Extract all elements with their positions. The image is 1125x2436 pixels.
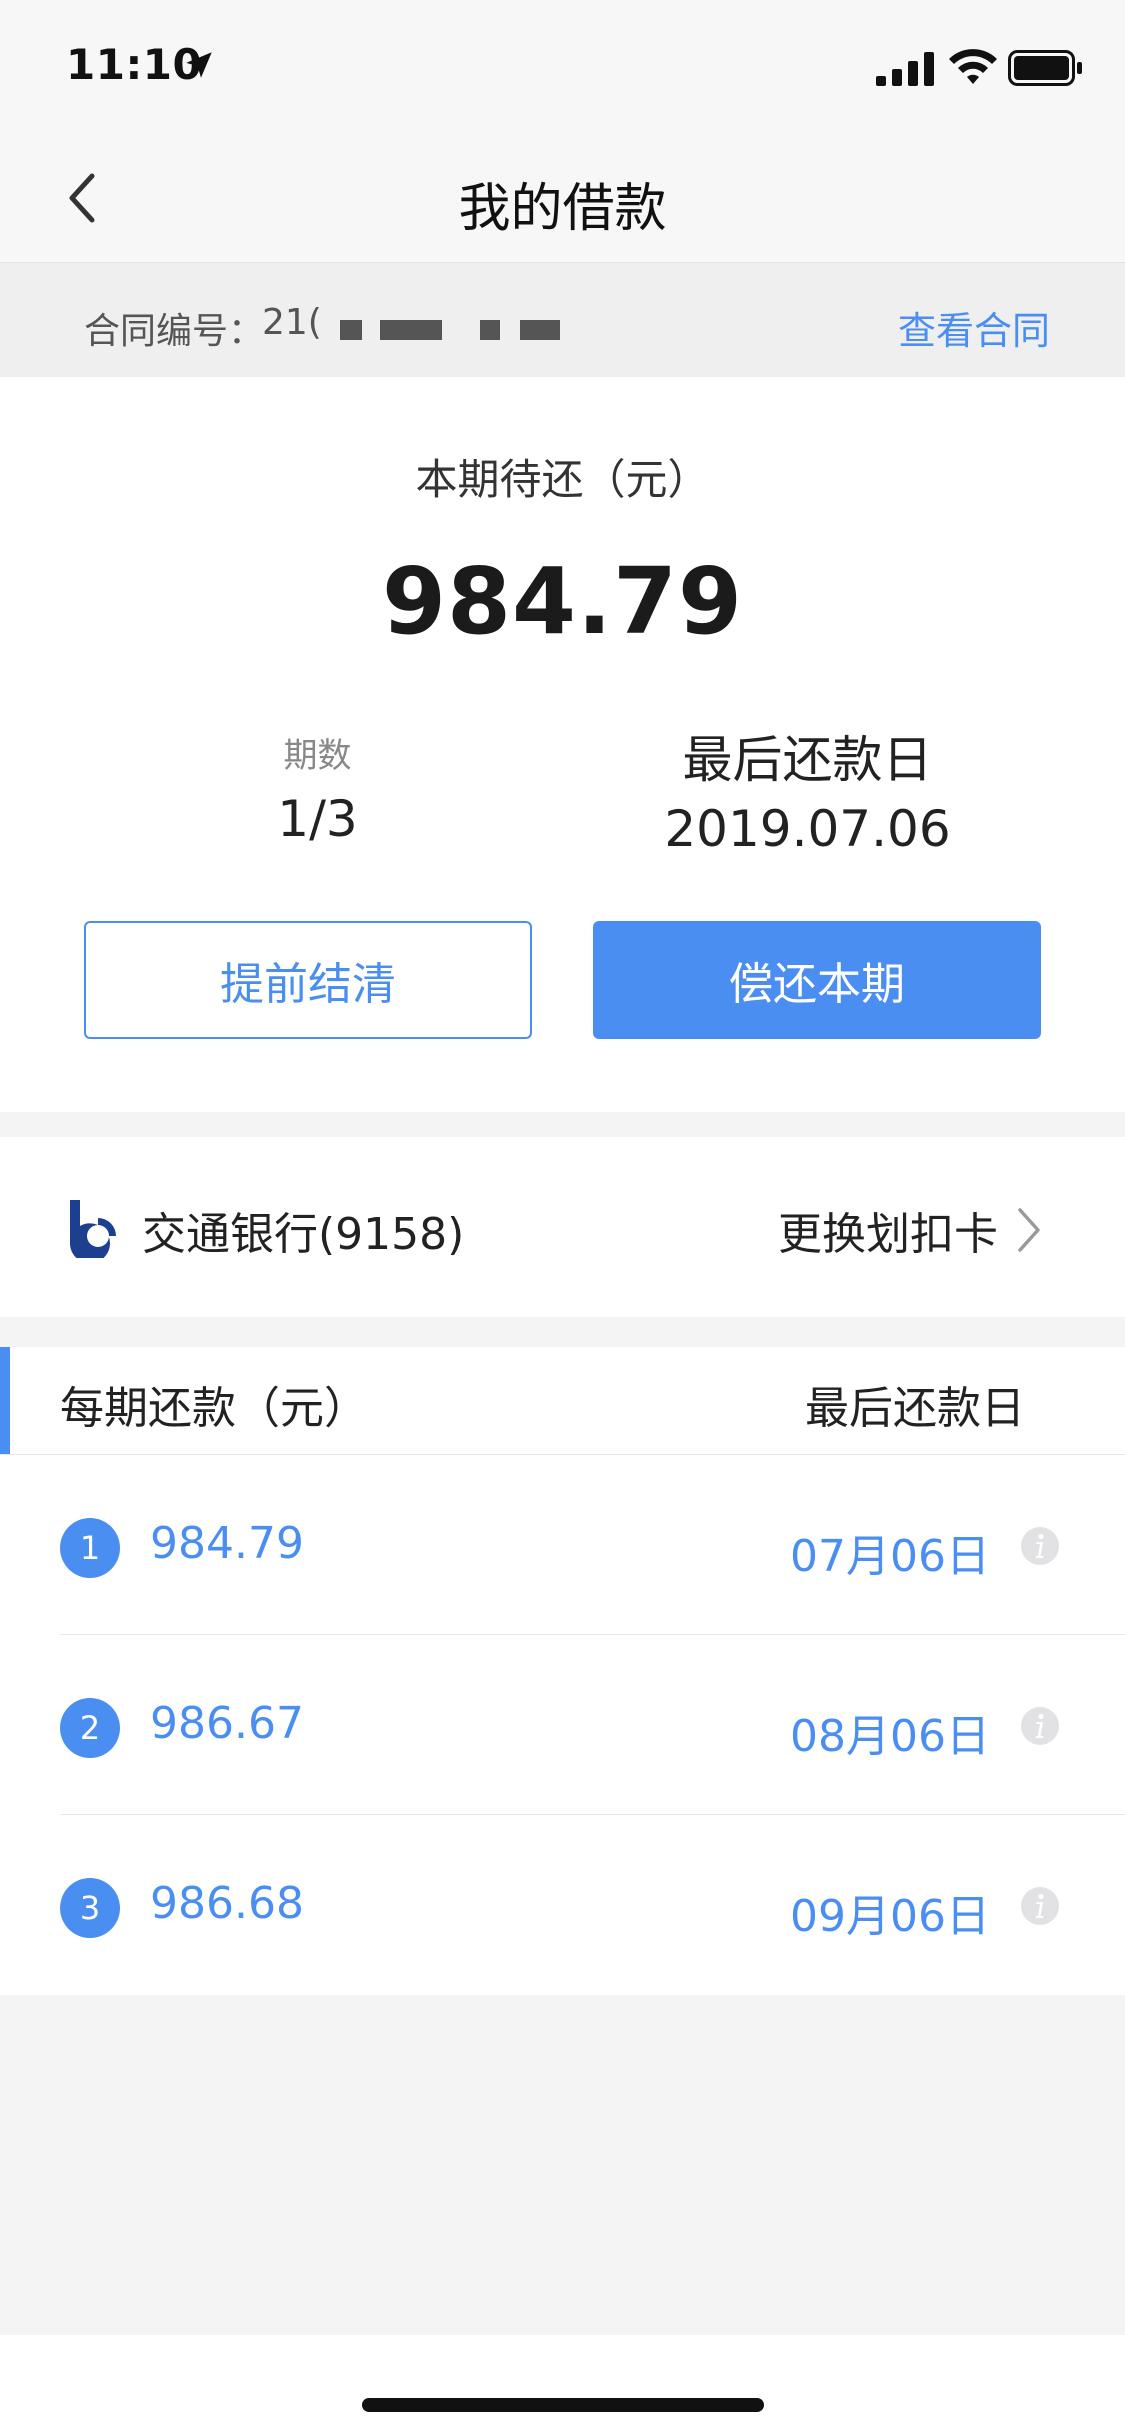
installment-amount: 984.79: [150, 1518, 304, 1569]
early-settle-button[interactable]: 提前结清: [84, 921, 532, 1039]
period-value: 1/3: [277, 790, 358, 848]
home-indicator-area: [0, 2335, 1125, 2436]
info-icon[interactable]: [1020, 1526, 1060, 1566]
redaction-mask: [380, 320, 442, 340]
redaction-mask: [340, 320, 362, 340]
divider: [0, 1454, 1125, 1455]
info-icon[interactable]: [1020, 1706, 1060, 1746]
section-accent-bar: [0, 1347, 10, 1455]
contract-number-prefix: 21(: [262, 302, 322, 343]
installment-amount: 986.68: [150, 1878, 304, 1929]
installment-amount: 986.67: [150, 1698, 304, 1749]
installment-number-badge: 2: [60, 1698, 120, 1758]
installment-date: 09月06日: [790, 1891, 990, 1942]
last-repay-date-value: 2019.07.06: [664, 800, 951, 858]
bank-name: 交通银行(9158): [142, 1209, 465, 1260]
info-icon[interactable]: [1020, 1886, 1060, 1926]
installment-date: 08月06日: [790, 1711, 990, 1762]
installment-date: 07月06日: [790, 1531, 990, 1582]
bank-of-communications-logo: [70, 1200, 116, 1258]
wifi-icon: [949, 49, 997, 84]
chevron-right-icon: [1018, 1208, 1040, 1252]
location-arrow-icon: [186, 52, 212, 78]
divider: [60, 1634, 1125, 1635]
period-label: 期数: [283, 736, 352, 776]
installment-number-badge: 3: [60, 1878, 120, 1938]
divider: [60, 1814, 1125, 1815]
last-repay-date-label: 最后还款日: [682, 731, 933, 789]
schedule-header-amount: 每期还款（元）: [60, 1383, 368, 1434]
redaction-mask: [520, 320, 560, 340]
schedule-header-date: 最后还款日: [805, 1383, 1025, 1434]
change-card-label: 更换划扣卡: [778, 1209, 998, 1260]
home-indicator[interactable]: [362, 2398, 764, 2412]
empty-area: [0, 1995, 1125, 2335]
battery-icon: [1008, 50, 1082, 86]
installment-number-badge: 1: [60, 1518, 120, 1578]
repay-current-button[interactable]: 偿还本期: [593, 921, 1041, 1039]
page-title: 我的借款: [458, 179, 667, 239]
view-contract-link[interactable]: 查看合同: [898, 300, 1050, 355]
redaction-mask: [480, 320, 500, 340]
signal-icon: [876, 52, 934, 86]
contract-number-label: 合同编号：: [84, 311, 265, 352]
current-due-amount: 984.79: [381, 548, 744, 655]
current-due-label: 本期待还（元）: [415, 455, 710, 504]
